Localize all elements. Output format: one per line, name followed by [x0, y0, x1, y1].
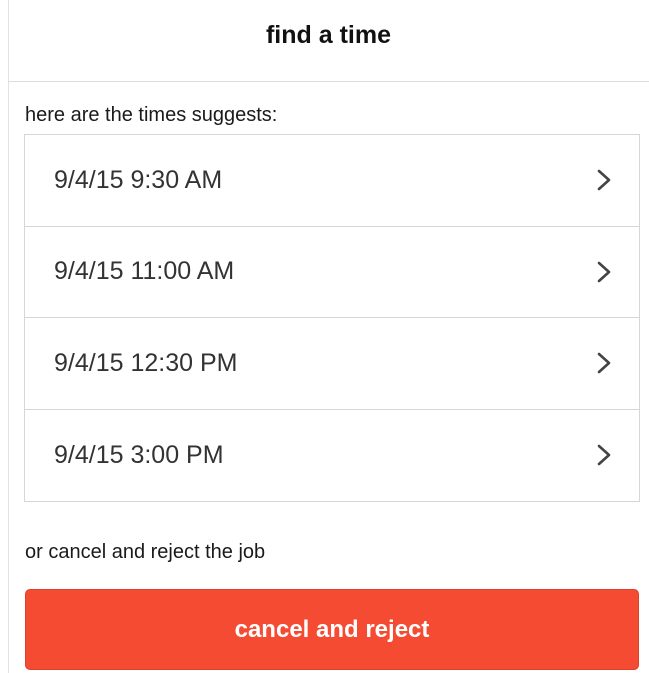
time-option-label: 9/4/15 12:30 PM [54, 348, 238, 377]
time-option-label: 9/4/15 3:00 PM [54, 440, 224, 469]
time-option-4[interactable]: 9/4/15 3:00 PM [25, 410, 639, 502]
time-suggestion-list: 9/4/15 9:30 AM 9/4/15 11:00 AM 9/4/15 12… [24, 134, 640, 502]
chevron-right-icon [595, 444, 613, 466]
time-option-1[interactable]: 9/4/15 9:30 AM [25, 135, 639, 227]
cancel-and-reject-button[interactable]: cancel and reject [25, 589, 639, 670]
navigation-bar: find a time [8, 0, 649, 82]
time-option-label: 9/4/15 11:00 AM [54, 257, 235, 286]
chevron-right-icon [595, 352, 613, 374]
chevron-right-icon [595, 169, 613, 191]
time-option-2[interactable]: 9/4/15 11:00 AM [25, 227, 639, 318]
chevron-right-icon [595, 261, 613, 283]
time-option-3[interactable]: 9/4/15 12:30 PM [25, 318, 639, 410]
time-option-label: 9/4/15 9:30 AM [54, 165, 223, 194]
cancel-prompt: or cancel and reject the job [25, 541, 266, 563]
page-title: find a time [265, 21, 391, 49]
suggestions-intro: here are the times suggests: [25, 104, 278, 126]
